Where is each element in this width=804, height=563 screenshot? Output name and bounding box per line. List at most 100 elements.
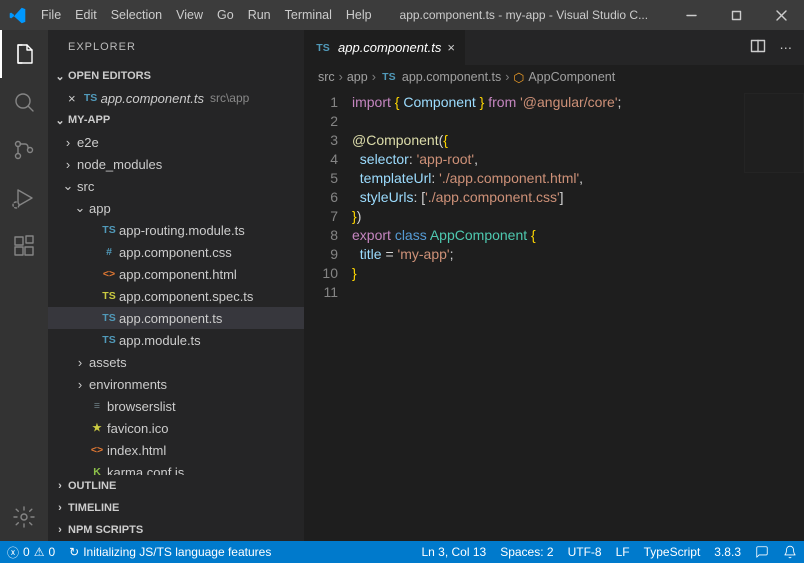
file-item[interactable]: TSapp-routing.module.ts — [48, 219, 304, 241]
menu-file[interactable]: File — [34, 0, 68, 30]
split-editor-icon[interactable] — [750, 38, 766, 57]
chevron-down-icon: ⌄ — [52, 114, 68, 127]
tab-label: app.component.ts — [338, 40, 441, 55]
section-open-editors[interactable]: ⌄OPEN EDITORS — [48, 65, 304, 87]
file-icon: TS — [100, 312, 118, 324]
section-project[interactable]: ⌄MY-APP — [48, 109, 304, 131]
folder-item[interactable]: ›environments — [48, 373, 304, 395]
status-problems[interactable]: ⓧ0 ⚠0 — [0, 541, 62, 563]
tab-bar: TS app.component.ts × ⋯ — [304, 30, 804, 65]
status-language[interactable]: TypeScript — [637, 541, 708, 563]
close-icon[interactable]: × — [447, 40, 455, 55]
code-content[interactable]: import { Component } from '@angular/core… — [352, 89, 804, 541]
ts-file-icon: TS — [82, 92, 100, 104]
close-icon[interactable]: × — [68, 91, 82, 106]
activity-source-control[interactable] — [0, 126, 48, 174]
folder-item[interactable]: ›node_modules — [48, 153, 304, 175]
item-label: app.component.html — [118, 267, 237, 282]
menu-selection[interactable]: Selection — [104, 0, 169, 30]
file-icon: <> — [88, 444, 106, 456]
editor-group: TS app.component.ts × ⋯ src› app› TS app… — [304, 30, 804, 541]
file-item[interactable]: ≡browserslist — [48, 395, 304, 417]
sync-icon: ↻ — [69, 545, 79, 559]
item-label: browserslist — [106, 399, 176, 414]
ts-file-icon: TS — [314, 42, 332, 54]
file-item[interactable]: Kkarma.conf.js — [48, 461, 304, 475]
line-numbers: 1234567891011 — [304, 89, 352, 541]
item-label: karma.conf.js — [106, 465, 184, 476]
ts-file-icon: TS — [380, 71, 398, 83]
tab-actions: ⋯ — [738, 30, 804, 65]
minimap[interactable] — [744, 93, 804, 173]
minimize-button[interactable] — [669, 0, 714, 30]
error-icon: ⓧ — [7, 544, 19, 561]
status-feedback-icon[interactable] — [748, 541, 776, 563]
section-npm-scripts[interactable]: ›NPM SCRIPTS — [48, 519, 304, 541]
file-item[interactable]: ★favicon.ico — [48, 417, 304, 439]
file-item[interactable]: #app.component.css — [48, 241, 304, 263]
file-item[interactable]: <>index.html — [48, 439, 304, 461]
menu-run[interactable]: Run — [241, 0, 278, 30]
section-outline[interactable]: ›OUTLINE — [48, 475, 304, 497]
folder-item[interactable]: ⌄app — [48, 197, 304, 219]
activity-bar — [0, 30, 48, 541]
item-label: e2e — [76, 135, 99, 150]
item-label: favicon.ico — [106, 421, 168, 436]
file-icon: # — [100, 246, 118, 258]
item-label: app — [88, 201, 111, 216]
chevron-down-icon: ⌄ — [52, 70, 68, 83]
activity-explorer[interactable] — [0, 30, 48, 78]
class-icon: ⬡ — [513, 70, 524, 85]
status-eol[interactable]: LF — [609, 541, 637, 563]
folder-item[interactable]: ›e2e — [48, 131, 304, 153]
status-cursor[interactable]: Ln 3, Col 13 — [414, 541, 493, 563]
tab-app-component[interactable]: TS app.component.ts × — [304, 30, 465, 65]
more-icon[interactable]: ⋯ — [780, 40, 793, 55]
item-label: app.component.css — [118, 245, 232, 260]
window-title: app.component.ts - my-app - Visual Studi… — [379, 8, 669, 22]
close-button[interactable] — [759, 0, 804, 30]
file-item[interactable]: TSapp.component.ts — [48, 307, 304, 329]
file-icon: TS — [100, 334, 118, 346]
item-label: src — [76, 179, 94, 194]
chevron-right-icon: › — [52, 524, 68, 536]
status-ts-version[interactable]: 3.8.3 — [707, 541, 748, 563]
breadcrumb[interactable]: src› app› TS app.component.ts› ⬡ AppComp… — [304, 65, 804, 89]
item-label: index.html — [106, 443, 166, 458]
file-icon: TS — [100, 290, 118, 302]
file-icon: TS — [100, 224, 118, 236]
menu-edit[interactable]: Edit — [68, 0, 104, 30]
main-area: EXPLORER ⌄OPEN EDITORS × TS app.componen… — [0, 30, 804, 541]
status-encoding[interactable]: UTF-8 — [561, 541, 609, 563]
status-task[interactable]: ↻Initializing JS/TS language features — [62, 541, 278, 563]
file-item[interactable]: TSapp.module.ts — [48, 329, 304, 351]
open-editor-item[interactable]: × TS app.component.ts src\app — [48, 87, 304, 109]
maximize-button[interactable] — [714, 0, 759, 30]
activity-extensions[interactable] — [0, 222, 48, 270]
status-bell-icon[interactable] — [776, 541, 804, 563]
item-label: app.component.spec.ts — [118, 289, 253, 304]
menu-help[interactable]: Help — [339, 0, 379, 30]
activity-search[interactable] — [0, 78, 48, 126]
warning-icon: ⚠ — [34, 545, 45, 559]
titlebar: File Edit Selection View Go Run Terminal… — [0, 0, 804, 30]
file-item[interactable]: <>app.component.html — [48, 263, 304, 285]
status-indent[interactable]: Spaces: 2 — [493, 541, 560, 563]
chevron-right-icon: › — [72, 377, 88, 392]
file-item[interactable]: TSapp.component.spec.ts — [48, 285, 304, 307]
menu-go[interactable]: Go — [210, 0, 241, 30]
editor-view[interactable]: 1234567891011 import { Component } from … — [304, 89, 804, 541]
file-icon: ≡ — [88, 400, 106, 412]
folder-item[interactable]: ›assets — [48, 351, 304, 373]
activity-run[interactable] — [0, 174, 48, 222]
menu-terminal[interactable]: Terminal — [278, 0, 339, 30]
folder-item[interactable]: ⌄src — [48, 175, 304, 197]
activity-settings[interactable] — [0, 493, 48, 541]
menu-view[interactable]: View — [169, 0, 210, 30]
item-label: node_modules — [76, 157, 162, 172]
item-label: app.component.ts — [118, 311, 222, 326]
chevron-right-icon: › — [60, 157, 76, 172]
section-timeline[interactable]: ›TIMELINE — [48, 497, 304, 519]
chevron-down-icon: ⌄ — [60, 178, 76, 194]
status-bar: ⓧ0 ⚠0 ↻Initializing JS/TS language featu… — [0, 541, 804, 563]
